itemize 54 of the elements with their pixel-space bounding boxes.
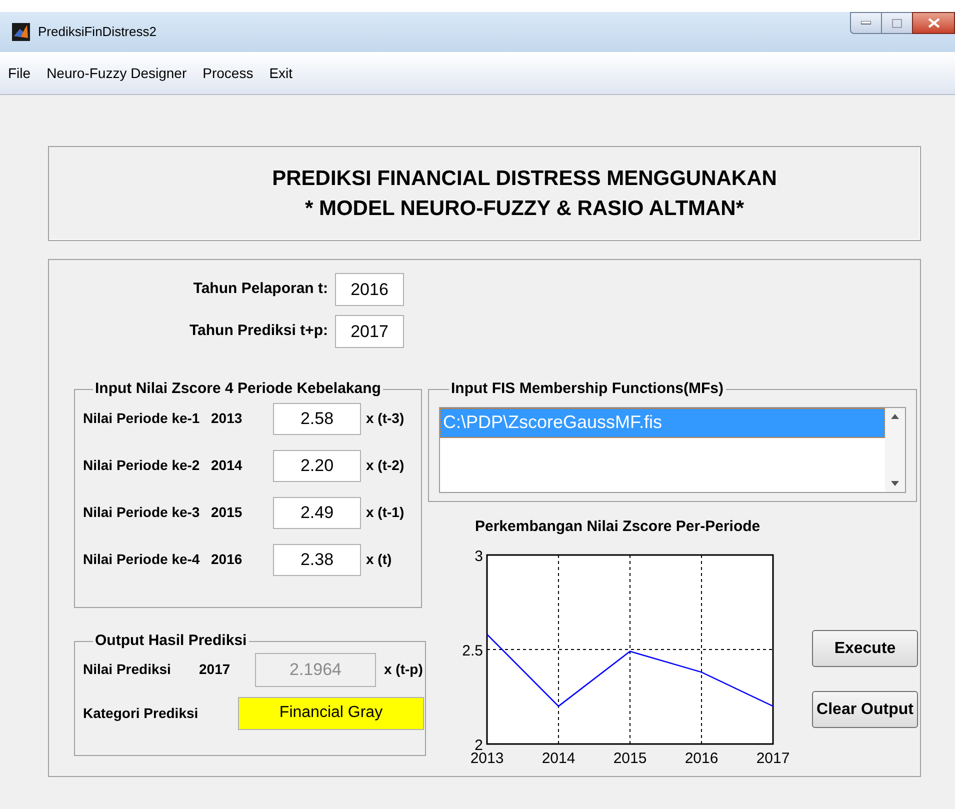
group-title: Input FIS Membership Functions(MFs) <box>450 379 724 399</box>
app-icon <box>12 23 30 41</box>
menu-item[interactable]: Neuro-Fuzzy Designer <box>46 62 187 84</box>
period-suffix: x (t) <box>366 550 392 569</box>
period-label: Nilai Periode ke-2 <box>83 456 201 475</box>
period-label: Nilai Periode ke-4 <box>83 550 201 569</box>
x-tick-label: 2014 <box>542 750 576 766</box>
maximize-icon <box>892 18 902 28</box>
scrollbar[interactable] <box>885 408 905 492</box>
prediction-year: 2017 <box>199 660 232 679</box>
menu-item[interactable]: Process <box>202 62 254 84</box>
zscore-field[interactable]: 2.38 <box>273 544 361 576</box>
minimize-icon <box>861 21 871 25</box>
x-tick-label: 2015 <box>613 750 647 766</box>
y-tick-label: 2.5 <box>462 642 483 659</box>
clear-output-button[interactable]: Clear Output <box>812 691 918 728</box>
year-label: Tahun Prediksi t+p: <box>190 321 328 342</box>
minimize-button[interactable] <box>850 12 882 34</box>
scroll-up-icon[interactable] <box>891 414 899 418</box>
header-title: PREDIKSI FINANCIAL DISTRESS MENGGUNAKAN <box>272 166 777 192</box>
period-suffix: x (t-2) <box>366 456 404 475</box>
menu-item[interactable]: Exit <box>269 62 293 84</box>
year-field[interactable]: 2016 <box>335 273 404 306</box>
period-year: 2015 <box>211 503 244 522</box>
zscore-field[interactable]: 2.49 <box>273 496 361 528</box>
period-year: 2016 <box>211 550 244 569</box>
chart-title: Perkembangan Nilai Zscore Per-Periode <box>475 517 760 537</box>
scroll-down-icon[interactable] <box>891 480 899 486</box>
y-tick-label: 3 <box>474 548 483 564</box>
period-suffix: x (t-3) <box>366 409 404 428</box>
menu-item[interactable]: File <box>8 62 31 84</box>
period-label: Nilai Periode ke-1 <box>83 409 201 428</box>
period-label: Nilai Periode ke-3 <box>83 503 201 522</box>
category-field: Financial Gray <box>238 696 424 730</box>
x-tick-label: 2016 <box>684 750 718 766</box>
zscore-field[interactable]: 2.58 <box>273 402 361 434</box>
period-year: 2013 <box>211 409 244 428</box>
close-button[interactable] <box>912 12 955 34</box>
zscore-field[interactable]: 2.20 <box>273 450 361 482</box>
prediction-label: Nilai Prediksi <box>83 660 172 679</box>
period-year: 2014 <box>211 456 244 475</box>
close-icon <box>928 18 940 28</box>
header-title: * MODEL NEURO-FUZZY & RASIO ALTMAN* <box>304 196 744 222</box>
group-title: Input Nilai Zscore 4 Periode Kebelakang <box>94 379 382 399</box>
group-title: Output Hasil Prediksi <box>94 631 248 651</box>
maximize-button[interactable] <box>882 12 912 34</box>
execute-button[interactable]: Execute <box>812 630 918 667</box>
x-tick-label: 2017 <box>756 750 790 766</box>
period-suffix: x (t-1) <box>366 503 404 522</box>
category-label: Kategori Prediksi <box>83 704 200 723</box>
year-field[interactable]: 2017 <box>335 315 404 348</box>
prediction-suffix: x (t-p) <box>384 660 423 679</box>
window-title: PrediksiFinDistress2 <box>38 23 156 42</box>
year-label: Tahun Pelaporan t: <box>193 279 328 300</box>
